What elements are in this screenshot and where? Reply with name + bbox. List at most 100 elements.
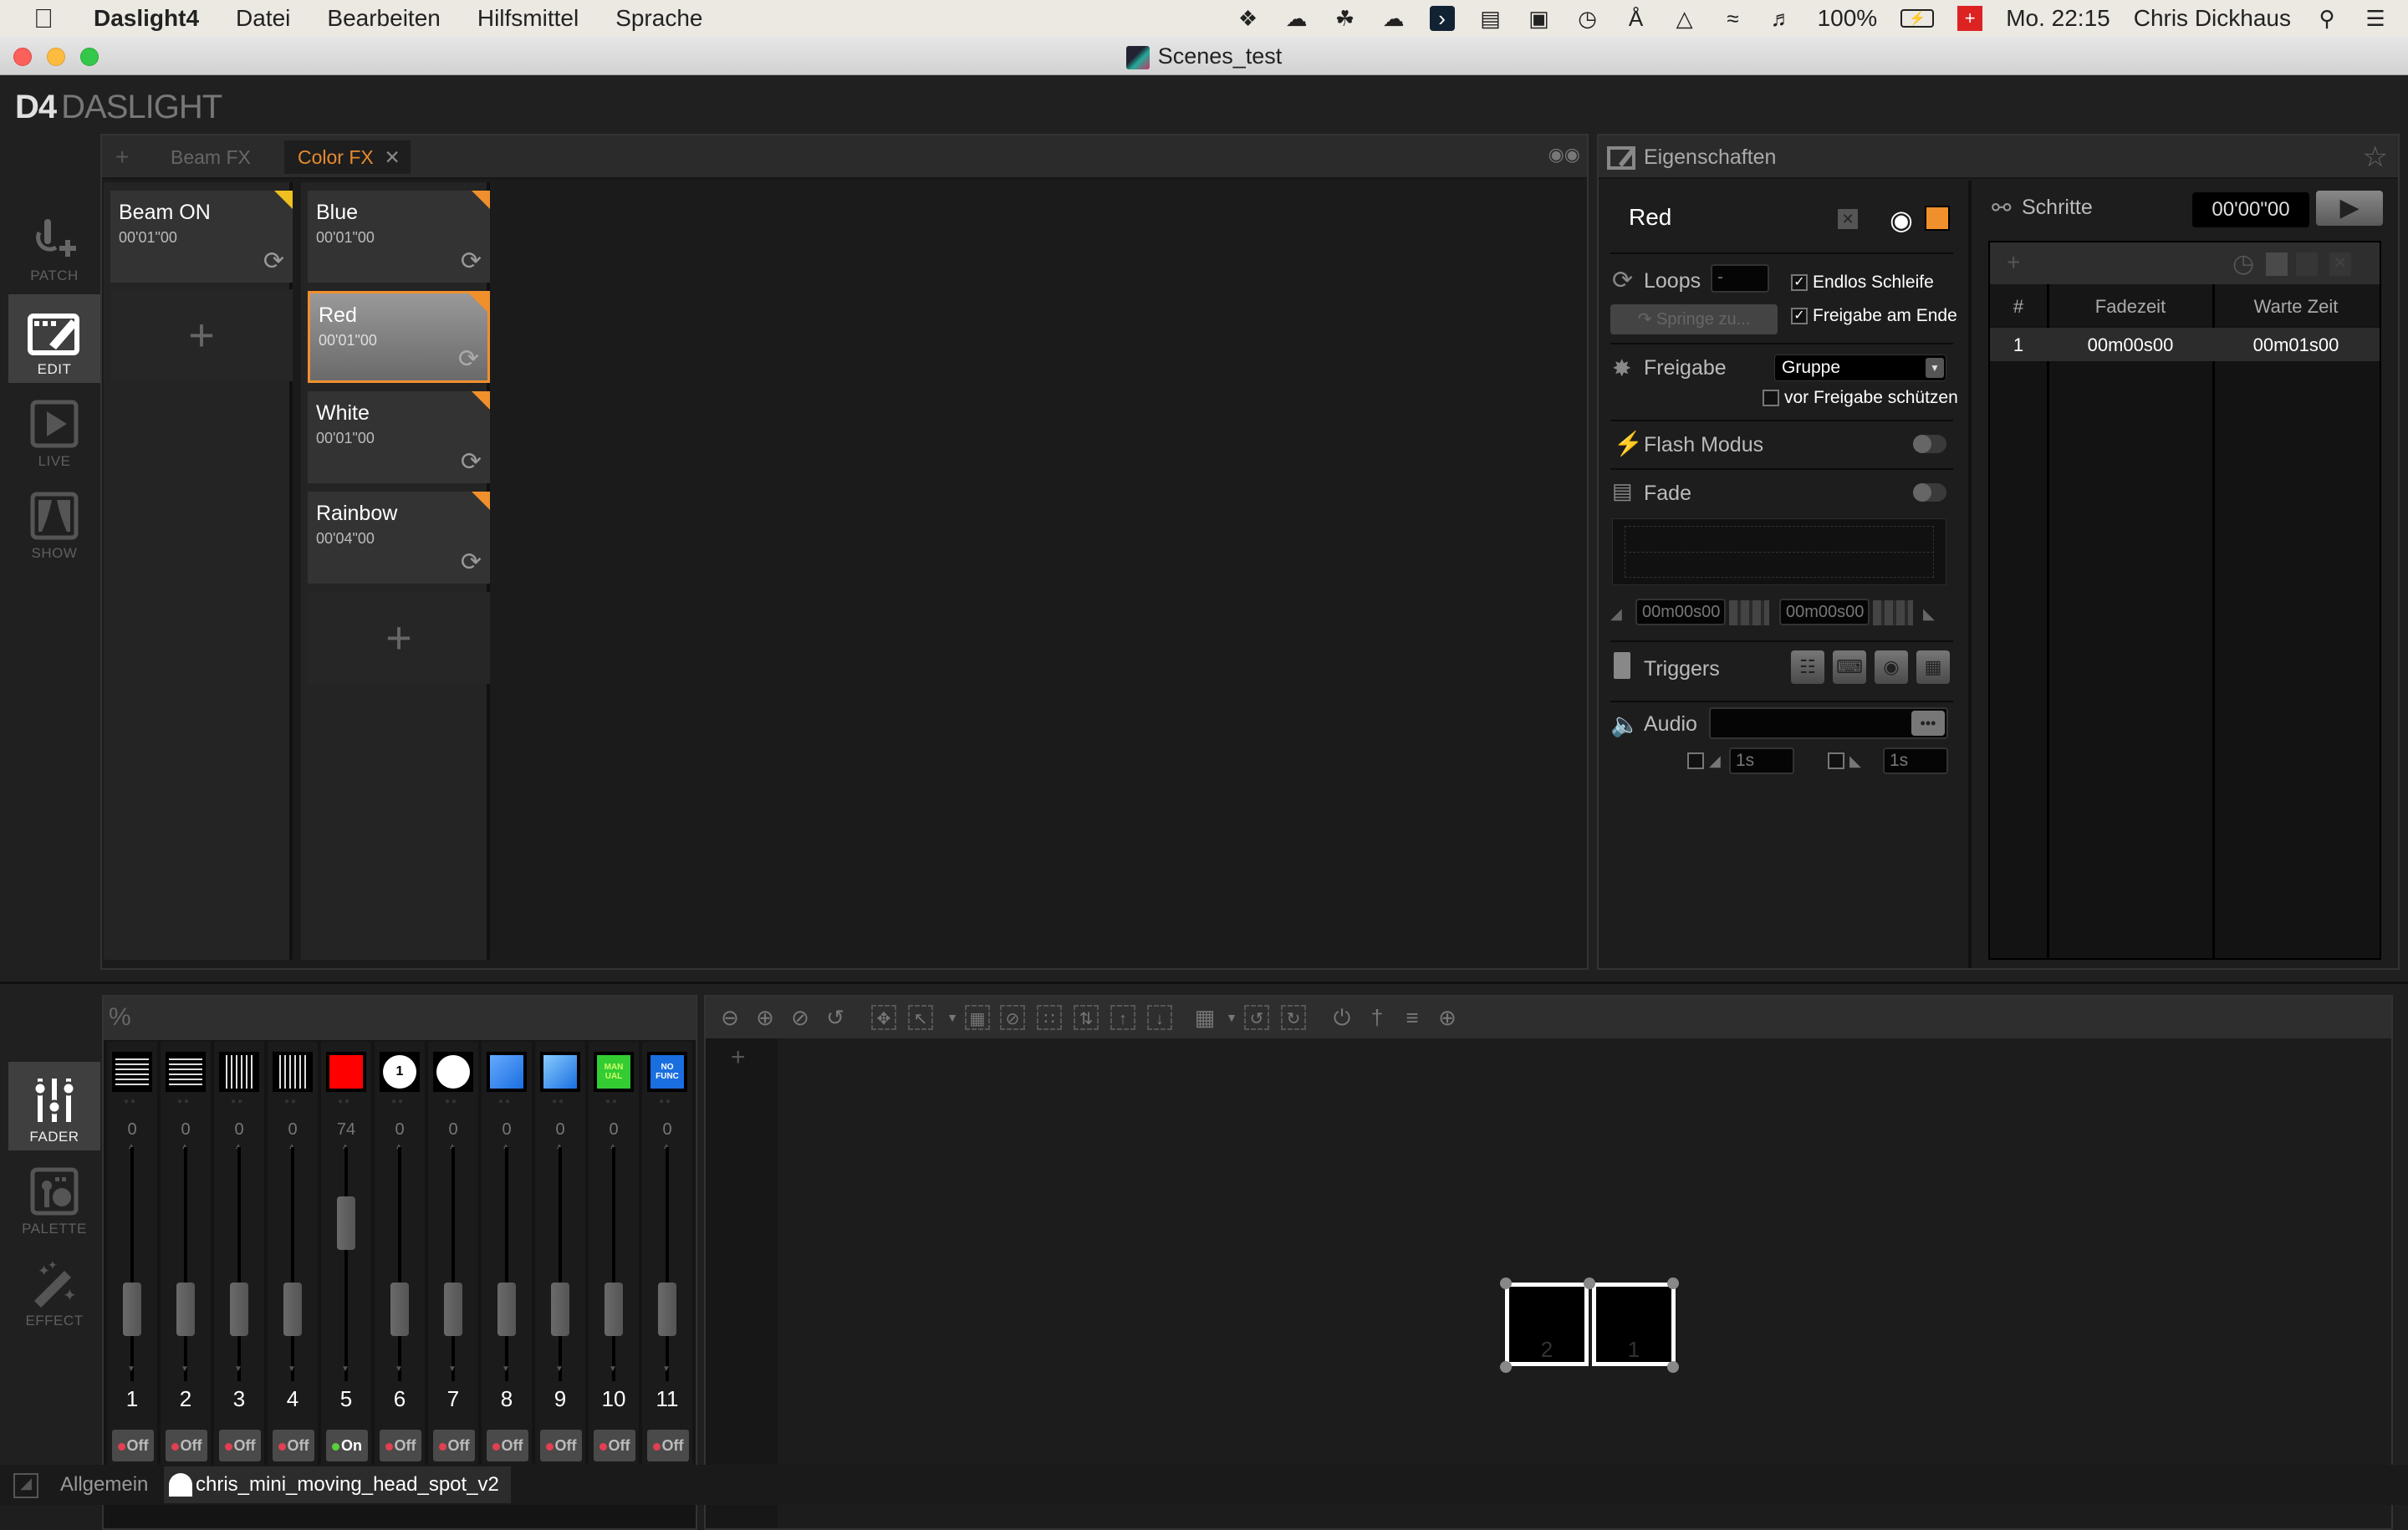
fader-down-arrow[interactable]: ▼ (662, 1364, 671, 1374)
menu-app-name[interactable]: Daslight4 (94, 5, 199, 32)
step-row[interactable]: 1 00m00s00 00m01s00 (1990, 328, 2380, 361)
zoom-in-icon[interactable]: ⊕ (752, 1005, 778, 1030)
audio-fade-in-checkbox[interactable] (1687, 752, 1704, 769)
clear-name-button[interactable]: ✕ (1838, 209, 1858, 229)
fader-track[interactable] (291, 1147, 294, 1381)
fader-knob[interactable] (390, 1283, 409, 1336)
fader-down-arrow[interactable]: ▼ (127, 1364, 135, 1374)
duplicate-step-icon[interactable] (2266, 252, 2288, 276)
tab-fixture-profile[interactable]: chris_mini_moving_head_spot_v2 (164, 1466, 511, 1503)
audio-fade-out-checkbox[interactable] (1828, 752, 1844, 769)
fader-down-arrow[interactable]: ▼ (395, 1364, 403, 1374)
play-button[interactable]: ▶ (2316, 191, 2383, 226)
resize-handle[interactable] (1500, 1361, 1512, 1373)
menu-bearbeiten[interactable]: Bearbeiten (327, 5, 440, 32)
fader-knob[interactable] (658, 1283, 676, 1336)
protect-release-checkbox[interactable] (1763, 390, 1779, 406)
channel-icon-frame[interactable]: MAN UAL (594, 1052, 634, 1092)
onedrive-icon[interactable]: ☁ (1284, 6, 1309, 31)
fader-knob[interactable] (551, 1283, 569, 1336)
fade-in-time-input[interactable]: 00m00s00 (1635, 599, 1726, 625)
fader-down-arrow[interactable]: ▼ (448, 1364, 457, 1374)
select-pointer-icon[interactable]: ↖ (908, 1005, 933, 1030)
step-fade-time[interactable]: 00m00s00 (2048, 334, 2212, 356)
scene-color-swatch[interactable] (1925, 206, 1950, 231)
channel-on-off-button[interactable]: Off (487, 1430, 528, 1461)
fader-track[interactable] (559, 1147, 562, 1381)
fader-knob[interactable] (605, 1283, 623, 1336)
grid-dropdown-icon[interactable]: ▼ (1219, 1005, 1244, 1030)
grid-icon[interactable]: ▦ (1192, 1005, 1217, 1030)
fader-knob[interactable] (283, 1283, 302, 1336)
sidebar-item-palette[interactable]: PALETTE (8, 1154, 100, 1242)
resize-handle[interactable] (1584, 1278, 1595, 1289)
fader-knob[interactable] (337, 1196, 355, 1250)
channel-icon-frame[interactable]: NO FUNC (647, 1052, 687, 1092)
resize-handle[interactable] (1667, 1361, 1679, 1373)
scene-card-white[interactable]: White 00'01"00 ⟳ (308, 391, 490, 483)
menu-hilfsmittel[interactable]: Hilfsmittel (477, 5, 579, 32)
power-icon[interactable]: ⏻ (1329, 1005, 1354, 1030)
notification-center-icon[interactable]: ☰ (2363, 6, 2388, 31)
percent-mode-icon[interactable]: % (109, 1003, 131, 1032)
fader-knob[interactable] (497, 1283, 516, 1336)
apple-icon[interactable]:  (33, 3, 54, 34)
fade-curve-graph[interactable] (1612, 518, 1946, 585)
clear-steps-icon[interactable]: ✕ (2329, 252, 2351, 276)
channel-icon-frame[interactable] (540, 1052, 580, 1092)
resize-handle[interactable] (1667, 1278, 1679, 1289)
rotate-left-icon[interactable]: ↺ (1244, 1005, 1269, 1030)
fade-out-time-input[interactable]: 00m00s00 (1779, 599, 1870, 625)
channel-icon-frame[interactable] (166, 1052, 206, 1092)
audio-fade-in-input[interactable]: 1s (1729, 747, 1794, 774)
fader-track[interactable] (237, 1147, 241, 1381)
move-icon[interactable]: ✥ (871, 1005, 896, 1030)
fixture-1[interactable]: 1 (1592, 1283, 1676, 1366)
sidebar-item-fader[interactable]: FADER (8, 1062, 100, 1150)
camera-icon[interactable]: ▣ (1527, 6, 1552, 31)
fader-down-arrow[interactable]: ▼ (341, 1364, 349, 1374)
channel-on-off-button[interactable]: Off (166, 1430, 207, 1461)
fixture-list-icon[interactable]: ≡ (1400, 1005, 1425, 1030)
move-down-icon[interactable]: ↓ (1147, 1005, 1172, 1030)
release-at-end-checkbox[interactable]: ✓ (1791, 308, 1808, 324)
cloud-upload-icon[interactable]: ☁ (1381, 6, 1406, 31)
browse-audio-button[interactable]: ••• (1911, 711, 1945, 736)
collapse-panel-icon[interactable]: ◢ (13, 1473, 38, 1498)
rotate-right-icon[interactable]: ↻ (1281, 1005, 1306, 1030)
deselect-icon[interactable]: ⊘ (1000, 1005, 1025, 1030)
channel-on-off-button[interactable]: Off (433, 1430, 475, 1461)
dmx-trigger-button[interactable]: ◉ (1875, 650, 1908, 684)
fader-knob[interactable] (230, 1283, 248, 1336)
fader-track[interactable] (344, 1147, 348, 1381)
endless-loop-checkbox[interactable]: ✓ (1791, 274, 1808, 291)
visibility-eye-icon[interactable]: ◉ (1890, 204, 1913, 236)
fade-in-stepper[interactable] (1729, 600, 1769, 625)
swap-order-icon[interactable]: ⇅ (1074, 1005, 1099, 1030)
fader-down-arrow[interactable]: ▼ (181, 1364, 189, 1374)
channel-on-off-button[interactable]: Off (273, 1430, 314, 1461)
fader-knob[interactable] (444, 1283, 462, 1336)
tab-color-fx[interactable]: Color FX ✕ (284, 140, 411, 174)
menu-clock[interactable]: Mo. 22:15 (2006, 5, 2110, 32)
fader-track[interactable] (666, 1147, 669, 1381)
fader-track[interactable] (452, 1147, 455, 1381)
volume-icon[interactable]: ♬ (1769, 6, 1794, 31)
add-tab-button[interactable]: + (102, 140, 142, 174)
fader-down-arrow[interactable]: ▼ (609, 1364, 617, 1374)
channel-on-off-button[interactable]: Off (594, 1430, 635, 1461)
fixture-2[interactable]: 2 (1505, 1283, 1589, 1366)
menu-datei[interactable]: Datei (236, 5, 290, 32)
sidebar-item-live[interactable]: LIVE (8, 386, 100, 475)
channel-icon-frame[interactable]: 1 (380, 1052, 420, 1092)
channel-on-off-button[interactable]: On (326, 1430, 368, 1461)
sidebar-item-edit[interactable]: EDIT (8, 294, 100, 383)
sidebar-item-patch[interactable]: PATCH (8, 201, 100, 289)
step-wait-time[interactable]: 00m01s00 (2214, 334, 2378, 356)
back-icon[interactable]: ↺ (823, 1005, 848, 1030)
channel-on-off-button[interactable]: Off (112, 1430, 154, 1461)
battery-percent[interactable]: 100% (1818, 5, 1878, 32)
clipboard-icon[interactable]: ▤ (1478, 6, 1503, 31)
fader-track[interactable] (184, 1147, 187, 1381)
fader-down-arrow[interactable]: ▼ (234, 1364, 242, 1374)
